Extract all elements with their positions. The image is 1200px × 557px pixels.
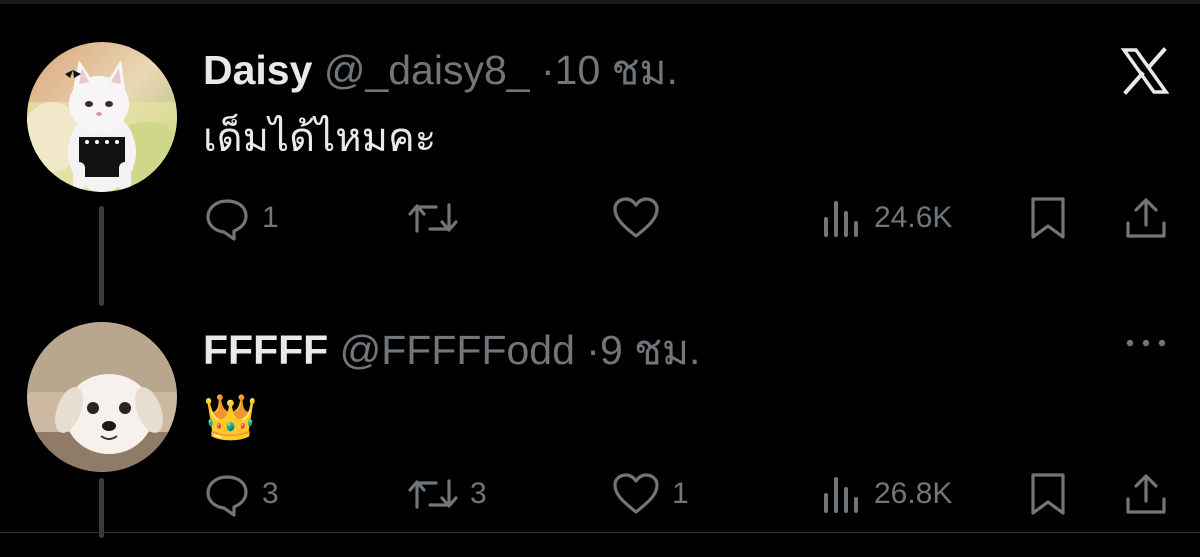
separator-dot: · <box>586 327 600 373</box>
user-handle[interactable]: @_daisy8_ <box>324 47 530 93</box>
retweet-button[interactable]: 3 <box>408 464 487 524</box>
bottom-divider <box>0 532 1200 533</box>
display-name[interactable]: Daisy <box>203 47 312 93</box>
like-icon <box>612 471 660 517</box>
like-button[interactable] <box>612 188 672 248</box>
bookmark-button[interactable] <box>1028 464 1068 524</box>
bookmark-icon <box>1028 471 1068 517</box>
more-icon[interactable] <box>1124 336 1168 348</box>
x-logo-icon[interactable] <box>1120 46 1170 96</box>
like-count: 1 <box>672 477 689 510</box>
timestamp[interactable]: 9 ชม. <box>600 327 700 373</box>
display-name[interactable]: FFFFF <box>203 327 328 373</box>
retweet-button[interactable] <box>408 188 470 248</box>
bookmark-button[interactable] <box>1028 188 1068 248</box>
retweet-icon <box>408 471 458 517</box>
tweet-header: Daisy @_daisy8_ ·10 ชม. <box>203 44 678 96</box>
views-button[interactable]: 24.6K <box>822 188 952 248</box>
tweet-text: 👑 <box>203 393 258 442</box>
tweet-text: เด็มได้ไหมคะ <box>203 116 437 160</box>
reply-count: 1 <box>262 201 279 234</box>
tweet-header: FFFFF @FFFFFodd ·9 ชม. <box>203 324 700 376</box>
views-icon <box>822 195 862 241</box>
tweet-actions: 3 3 1 26.8K <box>0 464 1200 524</box>
like-icon <box>612 195 660 241</box>
views-button[interactable]: 26.8K <box>822 464 952 524</box>
timestamp[interactable]: 10 ชม. <box>555 47 678 93</box>
share-button[interactable] <box>1124 188 1168 248</box>
retweet-icon <box>408 195 458 241</box>
reply-icon <box>204 471 250 517</box>
reply-count: 3 <box>262 477 279 510</box>
views-icon <box>822 471 862 517</box>
tweet-fffff[interactable]: FFFFF @FFFFFodd ·9 ชม. 👑 3 3 1 26.8K <box>0 318 1200 538</box>
avatar-cat[interactable] <box>27 42 177 192</box>
reply-icon <box>204 195 250 241</box>
share-button[interactable] <box>1124 464 1168 524</box>
separator-dot: · <box>540 47 555 93</box>
view-count: 24.6K <box>874 201 953 234</box>
retweet-count: 3 <box>470 477 487 510</box>
avatar-dog[interactable] <box>27 322 177 472</box>
reply-button[interactable]: 3 <box>204 464 279 524</box>
top-divider <box>0 0 1200 4</box>
user-handle[interactable]: @FFFFFodd <box>340 327 575 373</box>
view-count: 26.8K <box>874 477 953 510</box>
bookmark-icon <box>1028 195 1068 241</box>
reply-button[interactable]: 1 <box>204 188 279 248</box>
tweet-daisy[interactable]: Daisy @_daisy8_ ·10 ชม. เด็มได้ไหมคะ 1 2… <box>0 38 1200 308</box>
like-button[interactable]: 1 <box>612 464 689 524</box>
tweet-actions: 1 24.6K <box>0 188 1200 248</box>
share-icon <box>1124 471 1168 517</box>
share-icon <box>1124 195 1168 241</box>
